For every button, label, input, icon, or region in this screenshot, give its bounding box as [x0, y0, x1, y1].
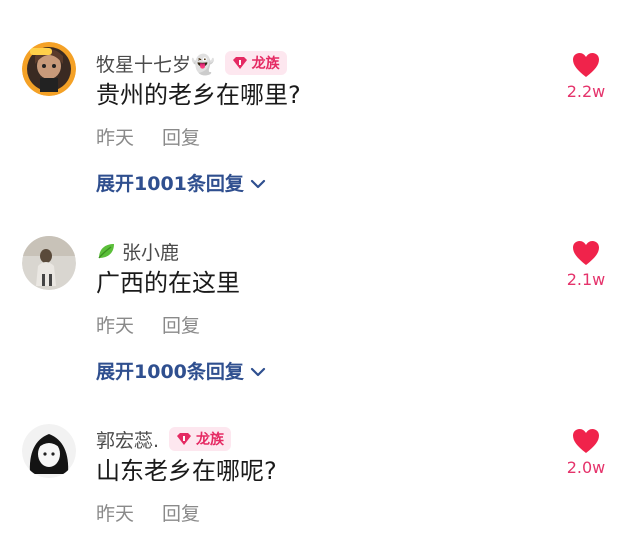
heart-icon — [573, 241, 599, 265]
expand-replies-label: 展开1001条回复 — [96, 173, 244, 195]
avatar[interactable] — [22, 42, 76, 96]
meta-row: 昨天 回复 — [96, 314, 200, 338]
timestamp: 昨天 — [96, 315, 135, 337]
name-row: 张小鹿 — [96, 238, 179, 264]
chevron-down-icon — [250, 179, 265, 189]
leaf-icon — [98, 244, 114, 259]
name-row: 郭宏蕊. 龙族 — [96, 426, 232, 453]
avatar[interactable] — [22, 236, 76, 290]
reply-button[interactable]: 回复 — [162, 314, 200, 338]
fan-badge[interactable]: 龙族 — [224, 51, 287, 75]
meta-row: 昨天 回复 — [96, 126, 200, 150]
username[interactable]: 张小鹿 — [122, 238, 179, 265]
username[interactable]: 牧星十七岁👻 — [96, 50, 215, 77]
reply-button[interactable]: 回复 — [162, 126, 200, 150]
badge-label: 龙族 — [196, 432, 225, 448]
username[interactable]: 郭宏蕊. — [96, 426, 159, 453]
like-button[interactable]: 2.2w — [556, 52, 616, 101]
comment-text[interactable]: 广西的在这里 — [96, 268, 240, 298]
fan-badge[interactable]: 龙族 — [169, 427, 232, 451]
timestamp: 昨天 — [96, 503, 135, 525]
like-button[interactable]: 2.0w — [556, 428, 616, 477]
expand-replies-button[interactable]: 展开1000条回复 — [96, 360, 266, 384]
gem-icon — [232, 57, 247, 69]
avatar[interactable] — [22, 424, 76, 478]
heart-icon — [573, 429, 599, 453]
name-row: 牧星十七岁👻 龙族 — [96, 50, 287, 76]
gem-icon — [177, 433, 192, 445]
heart-icon — [573, 53, 599, 77]
expand-replies-label: 展开1000条回复 — [96, 361, 244, 383]
like-count: 2.0w — [566, 458, 606, 477]
comment-text[interactable]: 山东老乡在哪呢? — [96, 456, 277, 486]
like-count: 2.2w — [566, 82, 606, 101]
meta-row: 昨天 回复 — [96, 502, 200, 526]
expand-replies-button[interactable]: 展开1001条回复 — [96, 172, 266, 196]
reply-button[interactable]: 回复 — [162, 502, 200, 526]
chevron-down-icon — [250, 367, 265, 377]
comment-text[interactable]: 贵州的老乡在哪里? — [96, 80, 301, 110]
like-count: 2.1w — [566, 270, 606, 289]
badge-label: 龙族 — [251, 56, 280, 72]
like-button[interactable]: 2.1w — [556, 240, 616, 289]
timestamp: 昨天 — [96, 127, 135, 149]
